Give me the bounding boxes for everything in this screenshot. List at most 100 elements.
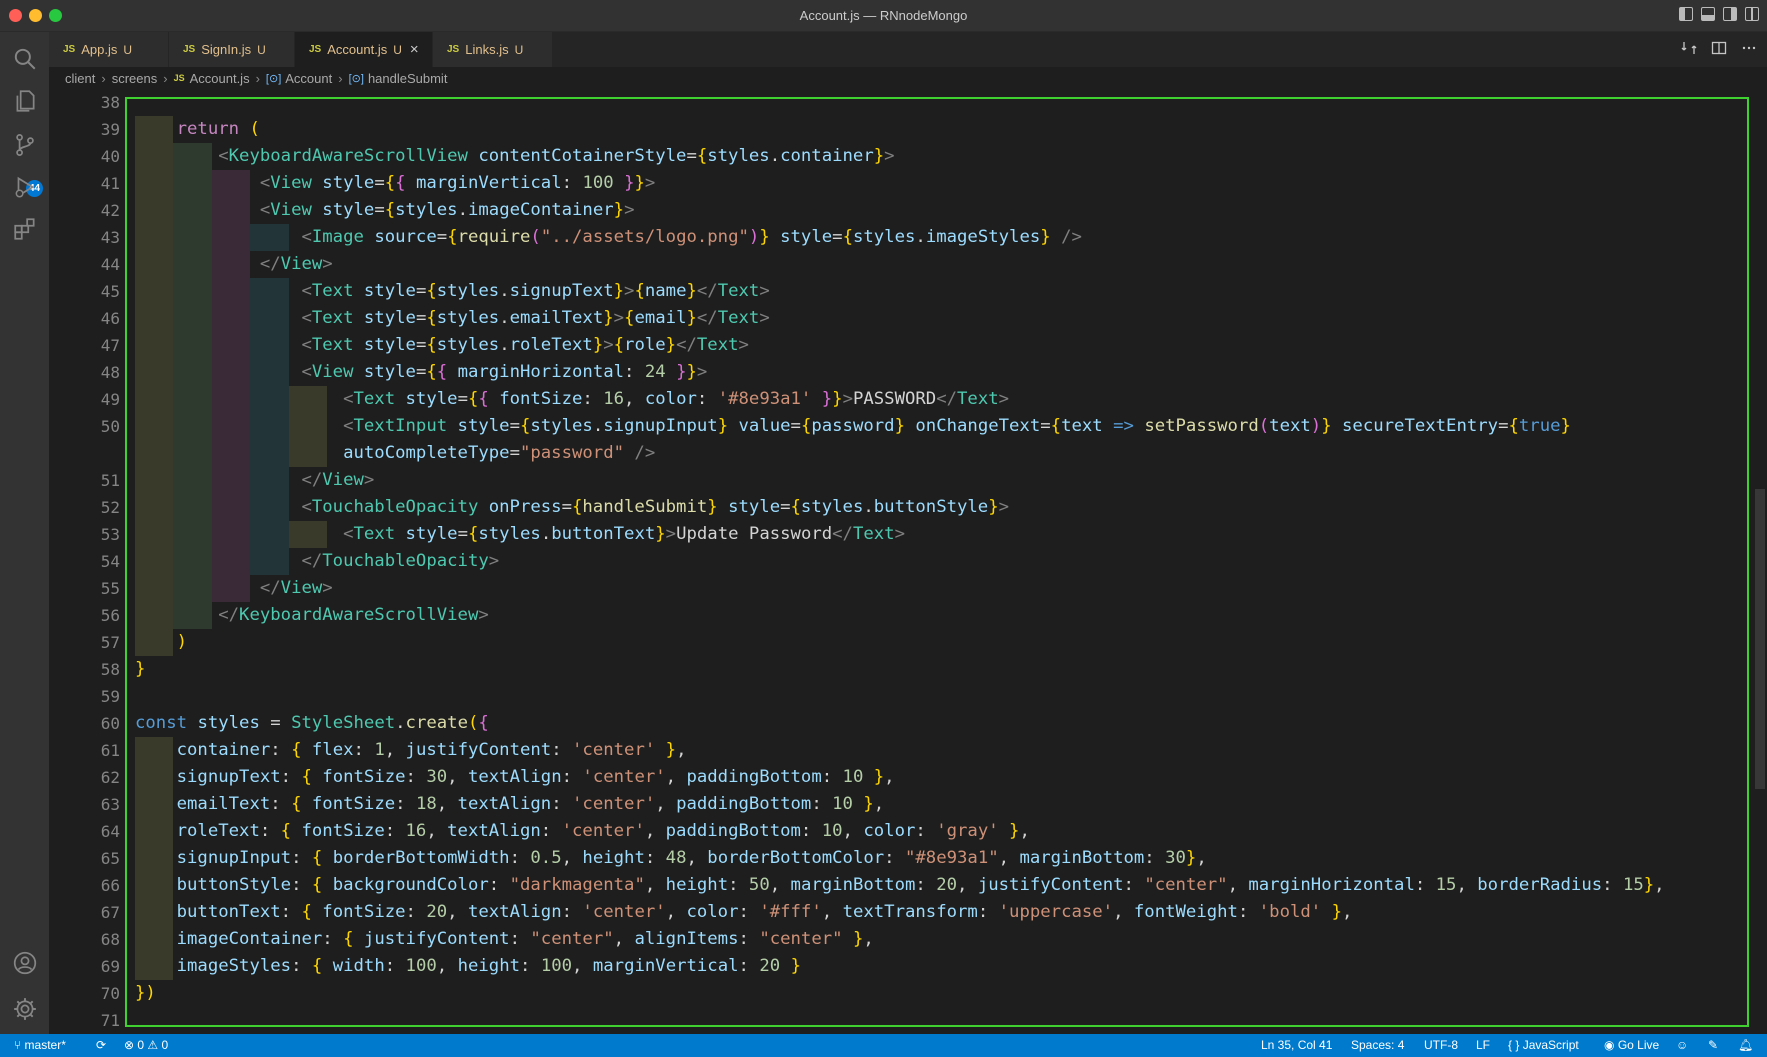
code-line[interactable]: </View>	[135, 467, 374, 494]
code-line[interactable]: <Text style={styles.buttonText}>Update P…	[135, 521, 905, 548]
line-number: 61	[100, 741, 120, 760]
line-number: 41	[100, 174, 120, 193]
run-debug-icon[interactable]	[12, 174, 38, 200]
compare-changes-icon[interactable]	[1681, 40, 1697, 56]
code-line[interactable]: <View style={styles.imageContainer}>	[135, 197, 635, 224]
code-line[interactable]: <TextInput style={styles.signupInput} va…	[135, 413, 1571, 440]
code-line[interactable]: <KeyboardAwareScrollView contentCotainer…	[135, 143, 894, 170]
line-number: 49	[100, 390, 120, 409]
go-live-button[interactable]: ◉ Go Live	[1604, 1038, 1659, 1052]
tab-actions	[1681, 40, 1757, 56]
code-line[interactable]: return (	[135, 116, 260, 143]
toggle-primary-sidebar-icon[interactable]	[1679, 7, 1693, 21]
code-line[interactable]: roleText: { fontSize: 16, textAlign: 'ce…	[135, 818, 1030, 845]
broadcast-icon: ◉	[1604, 1038, 1618, 1052]
line-number: 44	[100, 255, 120, 274]
split-editor-icon[interactable]	[1711, 40, 1727, 56]
line-number	[60, 440, 120, 467]
code-line[interactable]: <Text style={styles.roleText}>{role}</Te…	[135, 332, 748, 359]
account-icon[interactable]	[12, 950, 38, 976]
code-editor[interactable]: 38 39 40 41 42 43 44 45 46 47 48 49 50 51 52 53 54 55 56 57…	[49, 89, 1767, 1034]
line-number: 38	[100, 93, 120, 112]
code-line[interactable]: </KeyboardAwareScrollView>	[135, 602, 489, 629]
chevron-right-icon: ›	[255, 70, 260, 86]
code-line[interactable]: </TouchableOpacity>	[135, 548, 499, 575]
language-mode[interactable]: { } JavaScript	[1508, 1038, 1579, 1052]
extensions-icon[interactable]	[12, 216, 38, 242]
code-line[interactable]: <View style={{ marginVertical: 100 }}>	[135, 170, 655, 197]
code-line[interactable]: container: { flex: 1, justifyContent: 'c…	[135, 737, 687, 764]
close-tab-icon[interactable]: ×	[410, 41, 419, 58]
line-number: 67	[100, 903, 120, 922]
symbol-variable-icon: [⊙]	[348, 72, 364, 85]
end-of-line[interactable]: LF	[1476, 1038, 1490, 1052]
notifications-bell-icon[interactable]: 🔔︎	[1738, 1038, 1753, 1052]
code-line[interactable]: <Text style={styles.emailText}>{email}</…	[135, 305, 769, 332]
js-file-icon: JS	[63, 44, 76, 55]
tab-links-js[interactable]: JS Links.js U	[433, 32, 553, 67]
branch-indicator[interactable]: ⑂ master*	[14, 1038, 66, 1052]
chevron-right-icon: ›	[163, 70, 168, 86]
source-control-icon[interactable]	[12, 132, 38, 158]
breadcrumb-item[interactable]: handleSubmit	[368, 71, 448, 86]
indentation[interactable]: Spaces: 4	[1351, 1038, 1404, 1052]
customize-layout-icon[interactable]	[1745, 7, 1759, 21]
code-line[interactable]: <View style={{ marginHorizontal: 24 }}>	[135, 359, 707, 386]
explorer-icon[interactable]	[12, 88, 38, 114]
line-number: 51	[100, 471, 120, 490]
line-number: 57	[100, 633, 120, 652]
code-line[interactable]: </View>	[135, 251, 333, 278]
breadcrumb-item[interactable]: screens	[112, 71, 158, 86]
code-line[interactable]: signupText: { fontSize: 30, textAlign: '…	[135, 764, 895, 791]
code-line[interactable]: imageStyles: { width: 100, height: 100, …	[135, 953, 801, 980]
breadcrumb-item[interactable]: client	[65, 71, 95, 86]
js-file-icon: JS	[183, 44, 196, 55]
line-number: 43	[100, 228, 120, 247]
line-number: 56	[100, 606, 120, 625]
line-number: 60	[100, 714, 120, 733]
code-line[interactable]: buttonText: { fontSize: 20, textAlign: '…	[135, 899, 1353, 926]
copilot-icon[interactable]: ☺	[1676, 1038, 1688, 1052]
more-actions-icon[interactable]	[1741, 40, 1757, 56]
settings-gear-icon[interactable]	[12, 996, 38, 1022]
code-line[interactable]: <Text style={styles.signupText}>{name}</…	[135, 278, 769, 305]
code-line[interactable]: )	[135, 629, 187, 656]
tab-app-js[interactable]: JS App.js U	[49, 32, 169, 67]
code-line[interactable]: signupInput: { borderBottomWidth: 0.5, h…	[135, 845, 1207, 872]
search-icon[interactable]	[12, 46, 38, 72]
vertical-scrollbar[interactable]	[1755, 489, 1765, 789]
line-number-gutter: 38 39 40 41 42 43 44 45 46 47 48 49 50 51 52 53 54 55 56 57…	[49, 89, 120, 1034]
code-line[interactable]: <TouchableOpacity onPress={handleSubmit}…	[135, 494, 1009, 521]
title-bar: Account.js — RNnodeMongo	[0, 0, 1767, 32]
line-number: 52	[100, 498, 120, 517]
chevron-right-icon: ›	[338, 70, 343, 86]
line-number: 39	[100, 120, 120, 139]
tab-signin-js[interactable]: JS SignIn.js U	[169, 32, 295, 67]
code-line[interactable]: autoCompleteType="password" />	[135, 440, 655, 467]
code-line[interactable]: })	[135, 980, 156, 1007]
breadcrumb-item[interactable]: Account.js	[190, 71, 250, 86]
feedback-icon[interactable]: ✎	[1708, 1038, 1718, 1052]
code-line[interactable]: buttonStyle: { backgroundColor: "darkmag…	[135, 872, 1665, 899]
toggle-secondary-sidebar-icon[interactable]	[1723, 7, 1737, 21]
code-line[interactable]: <Text style={{ fontSize: 16, color: '#8e…	[135, 386, 1009, 413]
code-line[interactable]: <Image source={require("../assets/logo.p…	[135, 224, 1081, 251]
code-line[interactable]: }	[135, 656, 145, 683]
chevron-right-icon: ›	[101, 70, 106, 86]
line-number: 45	[100, 282, 120, 301]
encoding[interactable]: UTF-8	[1424, 1038, 1458, 1052]
problems-indicator[interactable]: ⊗ 0 ⚠ 0	[124, 1038, 168, 1052]
code-line[interactable]: </View>	[135, 575, 333, 602]
js-file-icon: JS	[173, 73, 185, 83]
toggle-panel-icon[interactable]	[1701, 7, 1715, 21]
code-line[interactable]: const styles = StyleSheet.create({	[135, 710, 489, 737]
cursor-position[interactable]: Ln 35, Col 41	[1261, 1038, 1332, 1052]
code-line[interactable]: imageContainer: { justifyContent: "cente…	[135, 926, 874, 953]
sync-icon[interactable]: ⟳	[96, 1038, 106, 1052]
breadcrumb-item[interactable]: Account	[285, 71, 332, 86]
braces-icon: { }	[1508, 1038, 1523, 1052]
tab-account-js[interactable]: JS Account.js U ×	[295, 32, 433, 67]
code-line[interactable]: emailText: { fontSize: 18, textAlign: 'c…	[135, 791, 885, 818]
code-area[interactable]: return ( <KeyboardAwareScrollView conten…	[135, 89, 1755, 1034]
editor-tabs: JS App.js U JS SignIn.js U JS Account.js…	[49, 32, 1767, 67]
